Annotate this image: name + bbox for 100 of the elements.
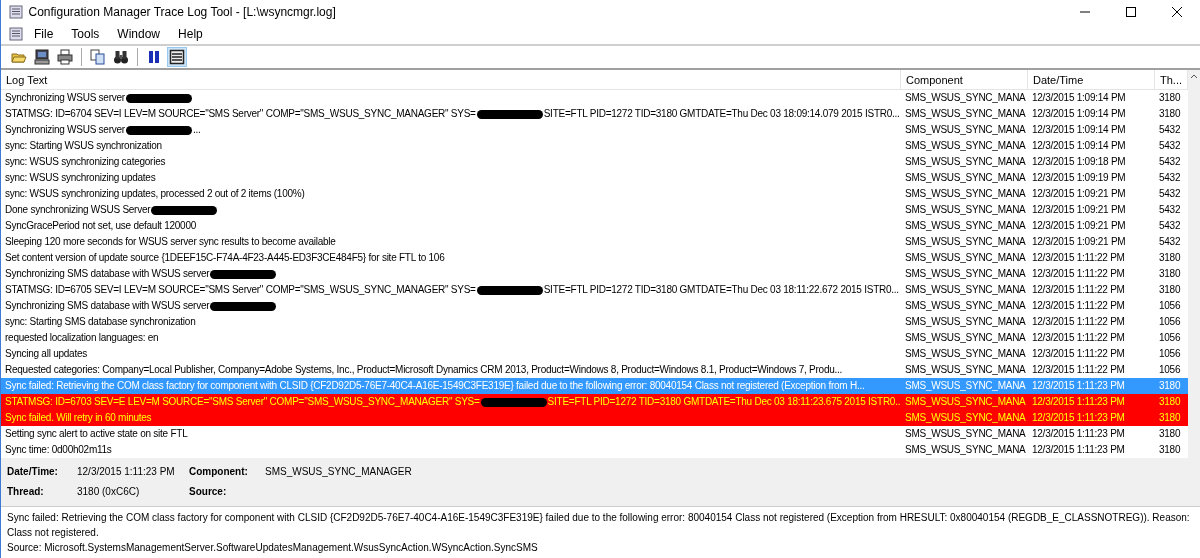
scroll-up-icon[interactable] (1190, 72, 1198, 79)
log-row[interactable]: Synchronizing WSUS server ... SMS_WSUS_SYNC_MANA 12/3/2015 1:09:14 PM 5432 (1, 122, 1188, 138)
log-text: sync: Starting SMS database synchronization (5, 316, 196, 327)
log-text: STATMSG: ID=6704 SEV=I LEV=M SOURCE="SMS Server" COMP="SMS_WSUS_SYNC_MANAGER" SYS= (5, 108, 476, 119)
list-view-button[interactable] (167, 47, 187, 67)
log-row[interactable]: sync: Starting WSUS synchronization SMS_WSUS_SYNC_MANA 12/3/2015 1:09:14 PM 5432 (1, 138, 1188, 154)
log-text: sync: WSUS synchronizing updates, processed 2 out of 2 items (100%) (5, 188, 305, 199)
thread-cell: 5432 (1159, 188, 1181, 199)
log-row[interactable]: STATMSG: ID=6705 SEV=I LEV=M SOURCE="SMS Server" COMP="SMS_WSUS_SYNC_MANAGER" SYS= SITE=FTL PID=1272 TID=3180 GMTDATE=Thu Dec 03 18:11:22.672 2015 ISTR0... SMS_WSUS_SYNC_MANA 12/3/2015 1:11:22 PM 3180 (1, 282, 1188, 298)
app-icon (9, 5, 23, 19)
log-row[interactable]: sync: WSUS synchronizing categories SMS_WSUS_SYNC_MANA 12/3/2015 1:09:18 PM 5432 (1, 154, 1188, 170)
scrollbar[interactable] (1188, 70, 1200, 458)
date-time-cell: 12/3/2015 1:09:21 PM (1032, 204, 1126, 215)
log-text: Synchronizing WSUS server (5, 92, 125, 103)
thread-cell: 3180 (1159, 268, 1181, 279)
log-row[interactable]: SyncGracePeriod not set, use default 120000 SMS_WSUS_SYNC_MANA 12/3/2015 1:09:21 PM 5432 (1, 218, 1188, 234)
date-time-cell: 12/3/2015 1:09:14 PM (1032, 92, 1126, 103)
redaction-mark (125, 93, 192, 103)
field-label: Component: (189, 465, 249, 479)
log-text: ... (192, 124, 201, 135)
log-row[interactable]: sync: WSUS synchronizing updates SMS_WSUS_SYNC_MANA 12/3/2015 1:09:19 PM 5432 (1, 170, 1188, 186)
binoculars-icon (113, 49, 129, 65)
thread-cell: 1056 (1159, 332, 1181, 343)
log-row[interactable]: Done synchronizing WSUS Server SMS_WSUS_SYNC_MANA 12/3/2015 1:09:21 PM 5432 (1, 202, 1188, 218)
component-cell: SMS_WSUS_SYNC_MANA (905, 236, 1026, 247)
log-row[interactable]: Set content version of update source {1DEEF15C-F74A-4F23-A445-ED3F3CE484F5} for site FTL to 106 SMS_WSUS_SYNC_MANA 12/3/2015 1:11:22 PM 3180 (1, 250, 1188, 266)
menu-item[interactable]: Tools (64, 25, 107, 43)
log-row[interactable]: Syncing all updates SMS_WSUS_SYNC_MANA 12/3/2015 1:11:22 PM 1056 (1, 346, 1188, 362)
field-value: 12/3/2015 1:11:23 PM (77, 465, 176, 479)
thread-cell: 1056 (1159, 364, 1181, 375)
maximize-icon (1126, 7, 1136, 17)
log-row[interactable]: requested localization languages: en SMS_WSUS_SYNC_MANA 12/3/2015 1:11:22 PM 1056 (1, 330, 1188, 346)
component-cell: SMS_WSUS_SYNC_MANA (905, 108, 1026, 119)
column-header[interactable]: Log Text (1, 69, 901, 90)
component-cell: SMS_WSUS_SYNC_MANA (905, 428, 1026, 439)
log-row[interactable]: Sync failed. Will retry in 60 minutes SMS_WSUS_SYNC_MANA 12/3/2015 1:11:23 PM 3180 (1, 410, 1188, 426)
component-cell: SMS_WSUS_SYNC_MANA (905, 172, 1026, 183)
component-cell: SMS_WSUS_SYNC_MANA (905, 364, 1026, 375)
log-row[interactable]: STATMSG: ID=6704 SEV=I LEV=M SOURCE="SMS Server" COMP="SMS_WSUS_SYNC_MANAGER" SYS= SITE=FTL PID=1272 TID=3180 GMTDATE=Thu Dec 03 18:09:14.079 2015 ISTR0... SMS_WSUS_SYNC_MANA 12/3/2015 1:09:14 PM 3180 (1, 106, 1188, 122)
date-time-cell: 12/3/2015 1:09:14 PM (1032, 140, 1126, 151)
thread-cell: 3180 (1159, 396, 1181, 407)
list-view-icon (169, 49, 185, 65)
thread-cell: 5432 (1159, 124, 1181, 135)
log-row[interactable]: Synchronizing SMS database with WSUS server SMS_WSUS_SYNC_MANA 12/3/2015 1:11:22 PM 1056 (1, 298, 1188, 314)
menu-item[interactable]: Help (171, 25, 210, 43)
component-cell: SMS_WSUS_SYNC_MANA (905, 396, 1026, 407)
field-value: SMS_WSUS_SYNC_MANAGER (265, 465, 413, 479)
component-cell: SMS_WSUS_SYNC_MANA (905, 300, 1026, 311)
log-text: Set content version of update source {1DEEF15C-F74A-4F23-A445-ED3F3CE484F5} for site FTL to 106 (5, 252, 445, 263)
log-row[interactable]: Synchronizing SMS database with WSUS server SMS_WSUS_SYNC_MANA 12/3/2015 1:11:22 PM 3180 (1, 266, 1188, 282)
date-time-cell: 12/3/2015 1:11:22 PM (1032, 364, 1125, 375)
menu-item[interactable]: File (27, 25, 61, 43)
log-row[interactable]: Synchronizing WSUS server SMS_WSUS_SYNC_MANA 12/3/2015 1:09:14 PM 3180 (1, 90, 1188, 106)
field-label: Thread: (7, 485, 45, 499)
close-icon (1172, 7, 1182, 17)
log-row[interactable]: Sleeping 120 more seconds for WSUS server sync results to become available SMS_WSUS_SYNC_MANA 12/3/2015 1:09:21 PM 5432 (1, 234, 1188, 250)
log-row[interactable]: STATMSG: ID=6703 SEV=E LEV=M SOURCE="SMS Server" COMP="SMS_WSUS_SYNC_MANAGER" SYS= SITE=FTL PID=1272 TID=3180 GMTDATE=Thu Dec 03 18:11:23.675 2015 ISTR0... SMS_WSUS_SYNC_MANA 12/3/2015 1:11:23 PM 3180 (1, 394, 1188, 410)
component-cell: SMS_WSUS_SYNC_MANA (905, 316, 1026, 327)
date-time-cell: 12/3/2015 1:09:14 PM (1032, 108, 1126, 119)
redaction-mark (476, 109, 543, 119)
log-text: Synchronizing SMS database with WSUS server (5, 300, 210, 311)
component-cell: SMS_WSUS_SYNC_MANA (905, 252, 1026, 263)
component-cell: SMS_WSUS_SYNC_MANA (905, 380, 1026, 391)
date-time-cell: 12/3/2015 1:11:22 PM (1032, 332, 1125, 343)
thread-cell: 5432 (1159, 204, 1181, 215)
redaction-mark (476, 285, 543, 295)
log-row[interactable]: sync: WSUS synchronizing updates, processed 2 out of 2 items (100%) SMS_WSUS_SYNC_MANA 12/3/2015 1:09:21 PM 5432 (1, 186, 1188, 202)
redaction-mark (125, 125, 192, 135)
app-menu-icon[interactable] (9, 27, 23, 41)
date-time-cell: 12/3/2015 1:11:23 PM (1032, 444, 1125, 455)
component-cell: SMS_WSUS_SYNC_MANA (905, 268, 1026, 279)
date-time-cell: 12/3/2015 1:09:18 PM (1032, 156, 1126, 167)
log-row[interactable]: Sync time: 0d00h02m11s SMS_WSUS_SYNC_MANA 12/3/2015 1:11:23 PM 3180 (1, 442, 1188, 458)
date-time-cell: 12/3/2015 1:11:22 PM (1032, 284, 1125, 295)
component-cell: SMS_WSUS_SYNC_MANA (905, 140, 1026, 151)
log-text: SITE=FTL PID=1272 TID=3180 GMTDATE=Thu Dec 03 18:09:14.079 2015 ISTR0... (543, 108, 900, 119)
log-text: sync: WSUS synchronizing updates (5, 172, 156, 183)
date-time-cell: 12/3/2015 1:11:22 PM (1032, 252, 1125, 263)
redaction-mark (151, 205, 218, 215)
menu-item[interactable]: Window (110, 25, 168, 43)
thread-cell: 5432 (1159, 220, 1181, 231)
computer-button[interactable] (32, 47, 52, 67)
log-text: SITE=FTL PID=1272 TID=3180 GMTDATE=Thu Dec 03 18:11:22.672 2015 ISTR0... (543, 284, 899, 295)
date-time-cell: 12/3/2015 1:11:22 PM (1032, 316, 1125, 327)
date-time-cell: 12/3/2015 1:09:21 PM (1032, 236, 1126, 247)
thread-cell: 3180 (1159, 444, 1181, 455)
date-time-cell: 12/3/2015 1:11:22 PM (1032, 348, 1125, 359)
printer-button[interactable] (55, 47, 75, 67)
log-text: STATMSG: ID=6705 SEV=I LEV=M SOURCE="SMS Server" COMP="SMS_WSUS_SYNC_MANAGER" SYS= (5, 284, 476, 295)
window-title: Configuration Manager Trace Log Tool - [L:\wsyncmgr.log] (28, 4, 337, 21)
log-text: requested localization languages: en (5, 332, 159, 343)
component-cell: SMS_WSUS_SYNC_MANA (905, 444, 1026, 455)
log-row[interactable]: Setting sync alert to active state on site FTL SMS_WSUS_SYNC_MANA 12/3/2015 1:11:23 PM 3180 (1, 426, 1188, 442)
date-time-cell: 12/3/2015 1:09:21 PM (1032, 220, 1126, 231)
column-header[interactable]: Component (901, 69, 1028, 90)
log-row[interactable]: sync: Starting SMS database synchronization SMS_WSUS_SYNC_MANA 12/3/2015 1:11:22 PM 1056 (1, 314, 1188, 330)
thread-cell: 3180 (1159, 252, 1181, 263)
component-cell: SMS_WSUS_SYNC_MANA (905, 284, 1026, 295)
copy-button[interactable] (88, 47, 108, 67)
column-header[interactable]: Date/Time (1028, 69, 1155, 90)
